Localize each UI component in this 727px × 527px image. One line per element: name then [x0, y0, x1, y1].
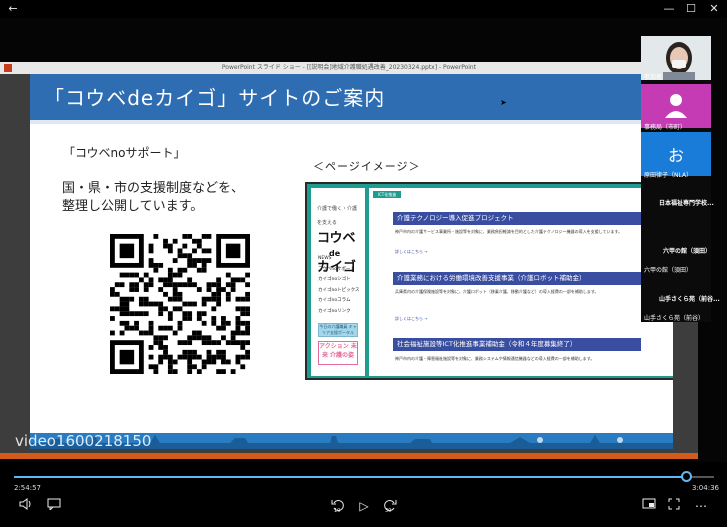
participant-name: 事務局（市町）	[644, 124, 687, 131]
page-image-label: ＜ページイメージ＞	[313, 160, 421, 173]
participant-initial: お	[667, 146, 684, 165]
website-sidebar: 介護で働く・介護を支える コウベ de カイゴ NEWS コウベnoサポート カ…	[311, 188, 365, 376]
close-button[interactable]: ✕	[703, 0, 725, 18]
more-options-button[interactable]: ⋯	[692, 497, 710, 515]
site-nav: NEWS コウベnoサポート カイゴnoシゴト カイゴnoトピックス カイゴno…	[318, 254, 359, 317]
slide: 「コウベdeカイゴ」サイトのご案内 「コウベnoサポート」 国・県・市の支援制度…	[30, 74, 673, 449]
site-card-text: 神戸市内の介護サービス事業所・施設等を対象に、業務負担軽減を目的とした介護テクノ…	[395, 229, 623, 234]
forward-label: 30	[385, 508, 392, 514]
support-subtitle: 「コウベnoサポート」	[63, 146, 186, 160]
site-card-title: 社会福祉施設等ICT化推進事業補助金（令和４年度募集終了）	[393, 338, 641, 351]
participant-list-item: 山手さくら苑（前谷）	[644, 315, 705, 322]
recording-watermark: video1600218150	[15, 432, 152, 450]
play-button[interactable]: ▷	[355, 497, 373, 515]
description-line: 整理し公開しています。	[62, 199, 204, 214]
title-bar: ← — ☐ ✕	[0, 0, 727, 18]
player-controls	[0, 462, 727, 527]
participant-name: 参加者	[644, 74, 663, 81]
powerpoint-titlebar: PowerPoint スライド ショー - [[説明会]地域介護職処遇改善_20…	[0, 62, 698, 74]
website-preview: 介護で働く・介護を支える コウベ de カイゴ NEWS コウベnoサポート カ…	[305, 182, 673, 380]
participants-panel: 参加者 事務局（市町） お 原田律子（NLA） 日本福祉専門学校... 六甲の館…	[641, 36, 720, 322]
seek-bar[interactable]	[14, 476, 714, 478]
forward-30-button[interactable]: 30	[380, 497, 400, 515]
maximize-button[interactable]: ☐	[680, 0, 702, 18]
participant-list-item: 六甲の館（須田）	[663, 248, 712, 255]
participant-name: 原田律子（NLA）	[644, 172, 693, 179]
captions-icon[interactable]	[44, 497, 64, 515]
back-icon[interactable]: ←	[2, 0, 24, 18]
miniplayer-icon[interactable]	[640, 497, 658, 515]
site-nav-item: カイゴnoトピックス	[318, 287, 360, 293]
mouse-cursor-icon: ➤	[500, 98, 507, 107]
header-strip	[30, 120, 673, 124]
powerpoint-title: PowerPoint スライド ショー - [[説明会]地域介護職処遇改善_20…	[221, 64, 477, 71]
seek-thumb[interactable]	[681, 471, 692, 482]
site-card-link: 詳しくはこちら →	[395, 249, 428, 254]
site-nav-item: カイゴnoコラム	[318, 298, 351, 303]
site-card-text: 神戸市内の介護・障害福祉施設等を対象に、業務システムや情報通信機器などの導入経費…	[395, 356, 595, 361]
volume-icon[interactable]	[16, 497, 36, 515]
qr-code	[110, 234, 250, 374]
site-logo-caption: 介護で働く・介護を支える	[317, 206, 358, 226]
participant-list-item: 日本福祉専門学校...	[659, 200, 714, 207]
slide-header: 「コウベdeカイゴ」サイトのご案内	[30, 74, 673, 120]
site-card-title: 介護業務における労働環境改善支援事業（介護ロボット補助金）	[393, 272, 641, 285]
minimize-button[interactable]: —	[658, 0, 680, 18]
powerpoint-statusbar	[0, 453, 698, 459]
fullscreen-icon[interactable]	[665, 497, 683, 515]
rewind-10-button[interactable]: 10	[328, 497, 348, 515]
rewind-label: 10	[334, 508, 341, 514]
site-badge-career: 今日の介護職員 キャリア支援ポータル	[318, 323, 358, 337]
site-nav-item: NEWS	[318, 256, 332, 261]
video-player-window: ← — ☐ ✕ PowerPoint スライド ショー - [[説明会]地域介護…	[0, 0, 727, 527]
total-time: 3:04:36	[692, 484, 719, 492]
seek-bar-fill	[14, 476, 686, 478]
website-main: ICT化推進 介護テクノロジー導入促進プロジェクト 神戸市内の介護サービス事業所…	[369, 188, 673, 376]
powerpoint-icon	[4, 64, 12, 72]
site-card-title: 介護テクノロジー導入促進プロジェクト	[393, 212, 641, 225]
shared-screen: PowerPoint スライド ショー - [[説明会]地域介護職処遇改善_20…	[0, 62, 698, 454]
participant-list-item: 山手さくら苑（前谷...	[659, 296, 720, 303]
site-card-text: 兵庫県内の介護保険施設等を対象に、介護ロボット（移乗介護、移動介護など）の導入経…	[395, 289, 599, 294]
participant-list-item: 六甲の館（須田）	[644, 267, 693, 274]
site-nav-item: コウベnoサポート	[318, 266, 355, 272]
slide-title: 「コウベdeカイゴ」サイトのご案内	[44, 86, 386, 110]
current-time: 2:54:57	[14, 484, 41, 492]
participant-video-tile[interactable]: 参加者	[641, 36, 711, 81]
site-nav-item: カイゴnoシゴト	[318, 277, 351, 282]
site-nav-item: カイゴnoリンク	[318, 308, 351, 314]
description-line: 国・県・市の支援制度などを、	[62, 181, 245, 196]
site-badge-action: アクション 未来 介護の姿	[318, 341, 358, 365]
support-description: 国・県・市の支援制度などを、 整理し公開しています。	[62, 180, 262, 216]
site-logo-line: コウベ	[317, 231, 356, 246]
site-card-link: 詳しくはこちら →	[395, 316, 428, 321]
site-category-tag: ICT化推進	[373, 191, 401, 198]
